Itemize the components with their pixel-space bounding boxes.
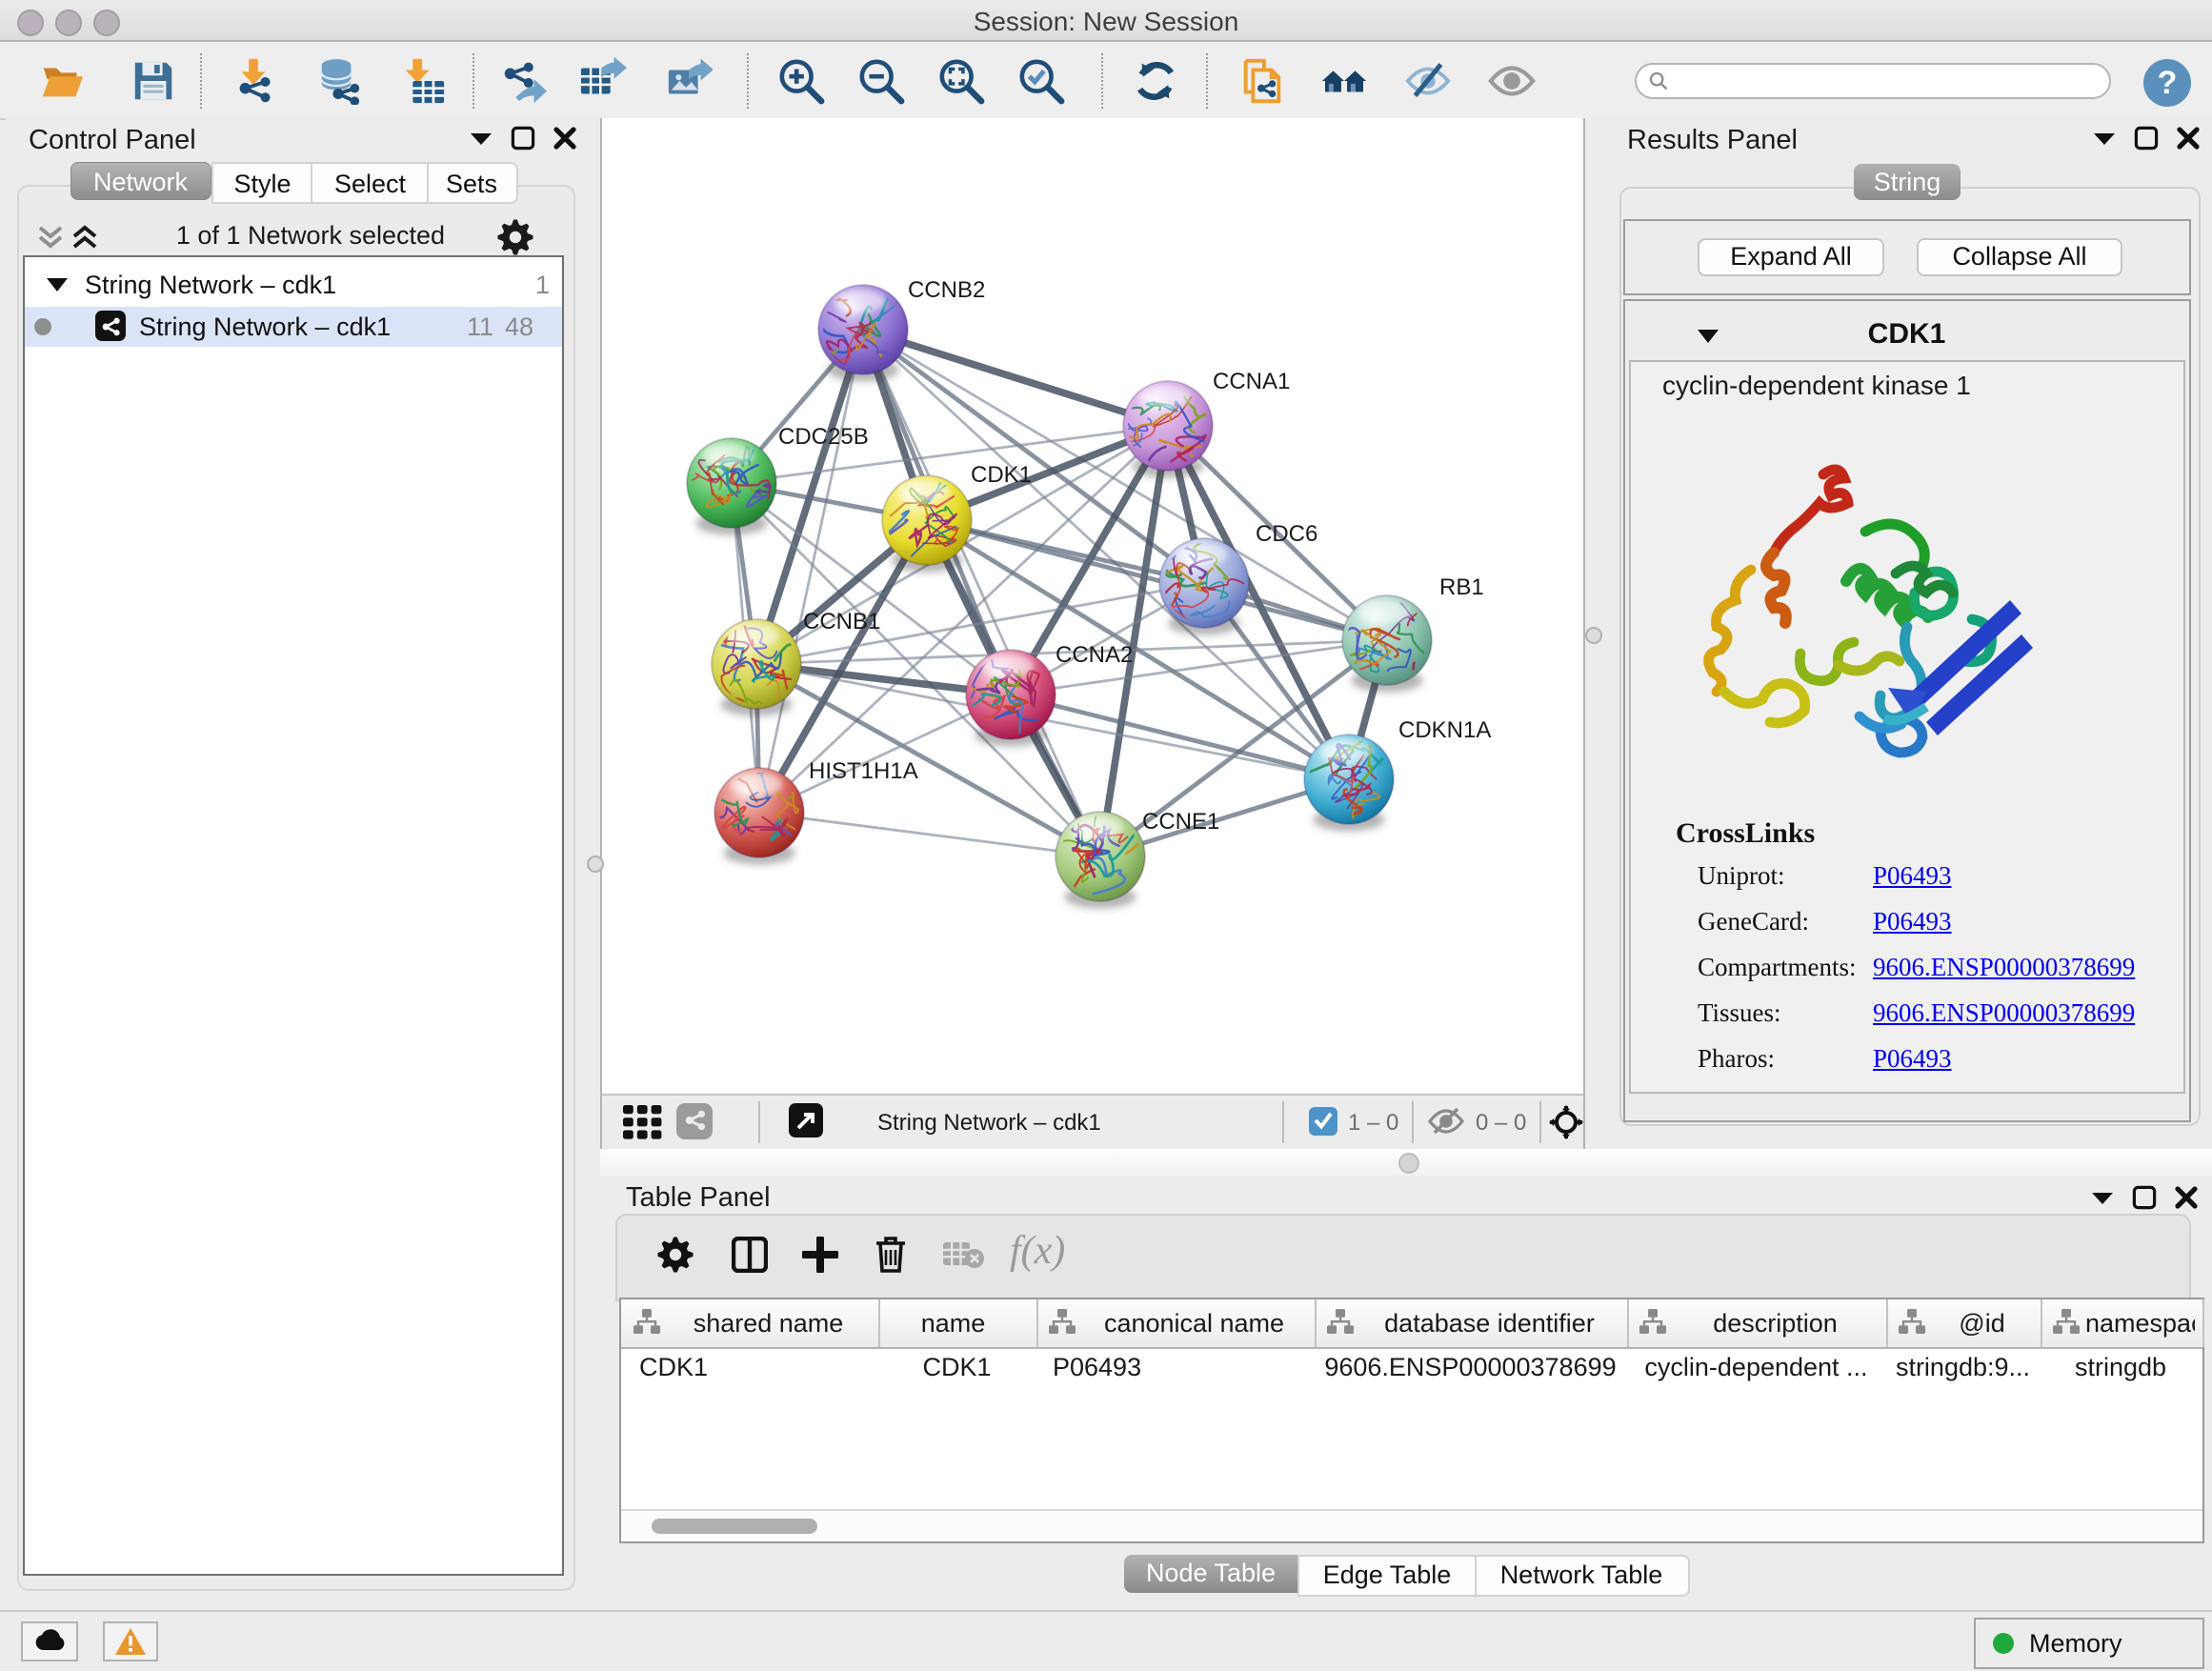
svg-text:HIST1H1A: HIST1H1A: [808, 758, 917, 784]
svg-text:CCNB2: CCNB2: [907, 277, 984, 303]
svg-text:CDK1: CDK1: [970, 462, 1031, 488]
svg-text:CDC25B: CDC25B: [777, 424, 868, 450]
svg-text:CCNB1: CCNB1: [802, 609, 879, 634]
svg-text:CCNA2: CCNA2: [1055, 642, 1132, 668]
svg-text:CDC6: CDC6: [1255, 521, 1317, 547]
svg-text:CDKN1A: CDKN1A: [1398, 717, 1490, 743]
svg-text:CCNA1: CCNA1: [1212, 369, 1289, 394]
svg-text:CCNE1: CCNE1: [1141, 809, 1218, 835]
svg-text:RB1: RB1: [1438, 574, 1483, 600]
